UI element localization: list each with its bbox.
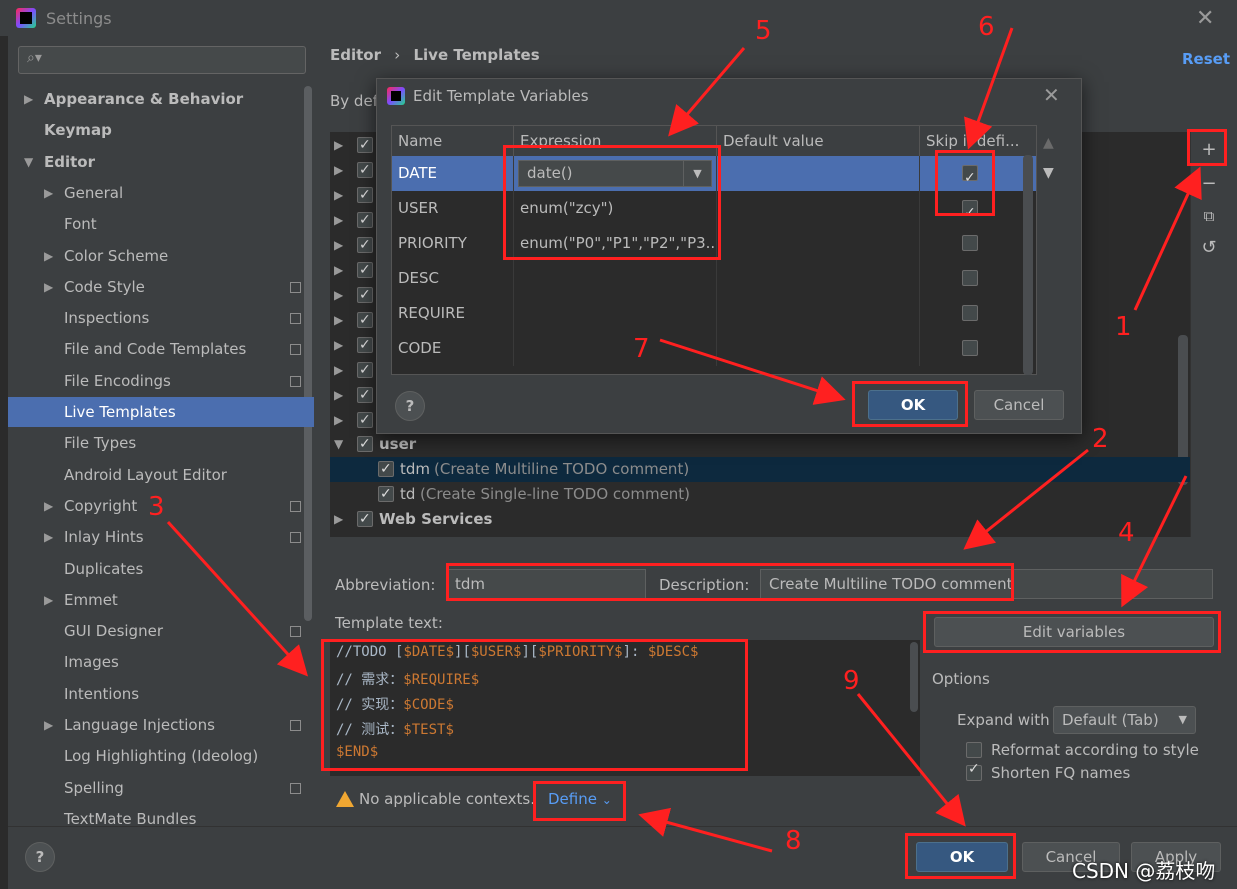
arrow-7 bbox=[659, 338, 846, 405]
arrow-6 bbox=[964, 27, 1014, 150]
annotation-5: 5 bbox=[755, 16, 772, 46]
highlight-edit-variables bbox=[923, 611, 1221, 653]
arrow-2 bbox=[963, 448, 1089, 550]
annotation-3: 3 bbox=[148, 492, 165, 522]
highlight-skip-checkboxes bbox=[935, 150, 995, 216]
highlight-ok bbox=[905, 833, 1016, 879]
annotation-9: 9 bbox=[843, 666, 860, 696]
annotation-4: 4 bbox=[1118, 518, 1135, 548]
arrow-5 bbox=[668, 47, 746, 137]
arrow-9 bbox=[856, 693, 966, 827]
highlight-add-button bbox=[1187, 129, 1227, 166]
annotation-8: 8 bbox=[785, 826, 802, 856]
arrow-3 bbox=[166, 520, 309, 677]
arrow-8 bbox=[638, 807, 773, 853]
annotation-7: 7 bbox=[633, 334, 650, 364]
highlight-expressions bbox=[503, 145, 721, 260]
watermark: CSDN @荔枝吻 bbox=[1072, 859, 1216, 883]
annotation-6: 6 bbox=[978, 12, 995, 42]
arrow-1 bbox=[1133, 166, 1202, 311]
highlight-define bbox=[533, 781, 626, 821]
highlight-dialog-ok bbox=[852, 381, 968, 427]
annotation-1: 1 bbox=[1115, 312, 1132, 342]
annotation-2: 2 bbox=[1092, 424, 1109, 454]
highlight-template-text bbox=[321, 639, 748, 771]
highlight-abbreviation-description bbox=[446, 563, 1014, 601]
